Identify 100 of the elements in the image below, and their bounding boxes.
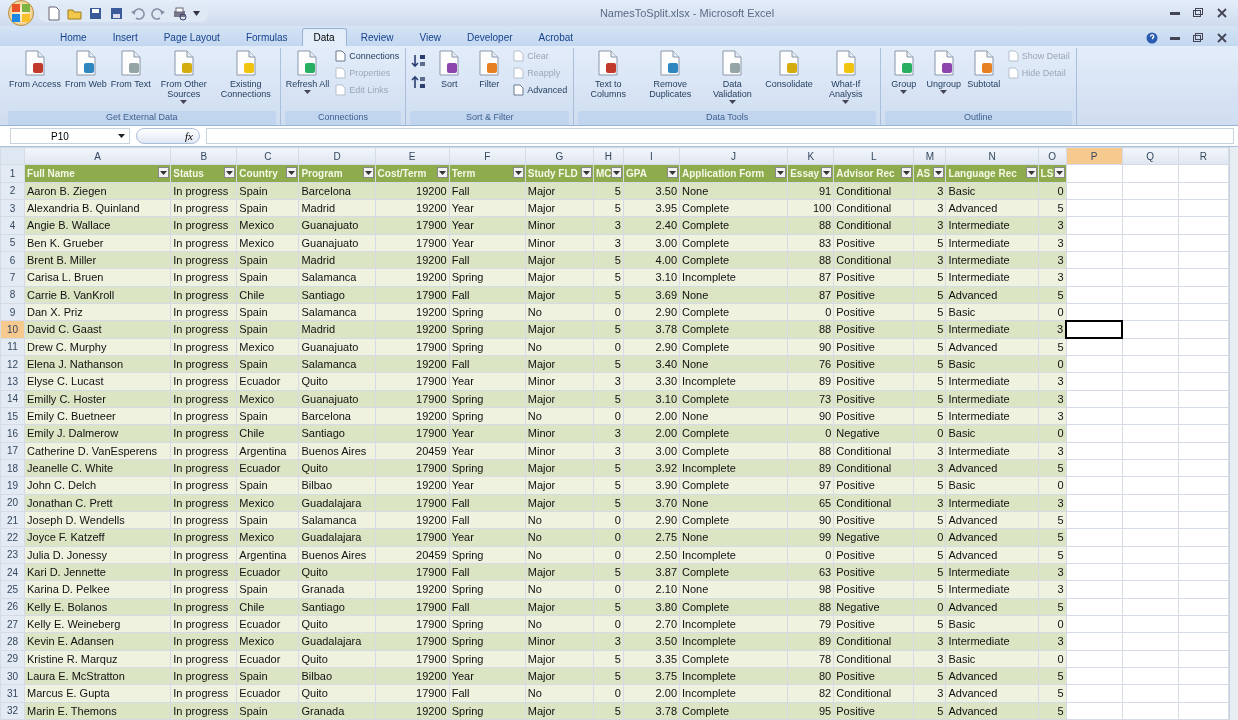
caret-icon bbox=[180, 100, 188, 104]
ribbon-button[interactable]: Filter bbox=[470, 48, 509, 90]
page-icon bbox=[512, 84, 525, 96]
ribbon-button[interactable]: Subtotal bbox=[964, 48, 1003, 90]
group-label: Sort & Filter bbox=[410, 111, 570, 125]
page-icon bbox=[512, 67, 525, 79]
redo-icon bbox=[151, 5, 166, 21]
insert-function-button[interactable]: fx bbox=[136, 128, 200, 144]
caret-icon bbox=[193, 10, 200, 16]
column-title: Essay bbox=[790, 168, 820, 180]
ribbon-tab[interactable]: Acrobat bbox=[526, 28, 586, 46]
group-label: Data Tools bbox=[578, 111, 876, 125]
print-preview-icon bbox=[172, 5, 187, 21]
close-icon bbox=[1216, 7, 1228, 19]
column-header[interactable]: L bbox=[833, 147, 914, 165]
ribbon-button[interactable]: Text to Columns bbox=[578, 48, 639, 100]
column-header[interactable]: I bbox=[623, 147, 680, 165]
formula-input[interactable] bbox=[206, 128, 1234, 144]
column-header[interactable]: A bbox=[24, 147, 171, 165]
filter-dropdown-button[interactable] bbox=[667, 167, 678, 179]
column-header[interactable]: E bbox=[375, 147, 450, 165]
ribbon-button[interactable]: Advanced bbox=[510, 82, 570, 98]
caret-icon bbox=[514, 170, 522, 175]
ribbon-button[interactable]: Refresh All bbox=[284, 48, 331, 95]
caret-icon bbox=[438, 170, 446, 175]
column-header[interactable]: P bbox=[1066, 147, 1123, 165]
column-title: Status bbox=[173, 168, 204, 180]
page-icon bbox=[1006, 67, 1019, 79]
column-header[interactable]: O bbox=[1038, 147, 1067, 165]
ribbon-button[interactable]: Data Validation bbox=[702, 48, 763, 105]
caret-icon bbox=[728, 100, 736, 104]
caret-icon bbox=[364, 170, 372, 175]
ribbon-tab[interactable]: Insert bbox=[100, 28, 150, 46]
filter-dropdown-button[interactable] bbox=[286, 167, 298, 179]
column-header[interactable]: F bbox=[449, 147, 526, 165]
ribbon-tab[interactable]: Home bbox=[48, 28, 99, 46]
window-title: NamesToSplit.xlsx - Microsoft Excel bbox=[598, 7, 776, 19]
ribbon-button[interactable]: From Web bbox=[64, 48, 108, 90]
filter-dropdown-button[interactable] bbox=[158, 167, 170, 179]
ribbon-button[interactable]: From Other Sources bbox=[153, 48, 214, 105]
caret-icon bbox=[226, 170, 234, 175]
ribbon-button[interactable]: Consolidate bbox=[764, 48, 814, 90]
ribbon-button[interactable]: From Text bbox=[109, 48, 152, 90]
caret-icon bbox=[160, 170, 168, 175]
caret-icon bbox=[900, 90, 908, 94]
column-header[interactable]: H bbox=[593, 147, 624, 165]
caret-icon bbox=[1027, 170, 1035, 175]
filter-dropdown-button[interactable] bbox=[580, 167, 592, 179]
filter-dropdown-button[interactable] bbox=[436, 167, 448, 179]
column-header[interactable]: Q bbox=[1122, 147, 1179, 165]
column-header[interactable]: J bbox=[679, 147, 788, 165]
ribbon-tab[interactable]: Page Layout bbox=[151, 28, 232, 46]
ribbon-button[interactable]: Remove Duplicates bbox=[640, 48, 701, 100]
caret-icon bbox=[118, 134, 125, 138]
column-title: LS bbox=[1040, 168, 1054, 180]
column-header[interactable]: C bbox=[236, 147, 299, 165]
ribbon-button[interactable]: From Access bbox=[8, 48, 62, 90]
ribbon-button[interactable]: Ungroup bbox=[924, 48, 963, 95]
vertical-scrollbar[interactable] bbox=[1229, 147, 1238, 720]
filter-dropdown-button[interactable] bbox=[901, 167, 913, 179]
filter-dropdown-button[interactable] bbox=[1053, 167, 1065, 179]
column-title: AS bbox=[916, 168, 931, 180]
filter-dropdown-button[interactable] bbox=[1025, 167, 1037, 179]
name-box[interactable]: P10 bbox=[10, 128, 130, 144]
ribbon-button[interactable]: What-If Analysis bbox=[815, 48, 876, 105]
filter-dropdown-button[interactable] bbox=[775, 167, 787, 179]
ribbon-tab[interactable]: Data bbox=[301, 28, 347, 46]
caret-icon bbox=[582, 170, 590, 175]
filter-dropdown-button[interactable] bbox=[821, 167, 833, 179]
filter-dropdown-button[interactable] bbox=[512, 167, 524, 179]
column-header[interactable]: G bbox=[525, 147, 594, 165]
ribbon-tab[interactable]: Formulas bbox=[233, 28, 300, 46]
ribbon-button[interactable]: Existing Connections bbox=[215, 48, 276, 100]
active-cell[interactable] bbox=[1066, 320, 1123, 339]
column-title: Study FLD bbox=[527, 168, 578, 180]
column-header[interactable]: B bbox=[170, 147, 237, 165]
ribbon-button[interactable]: Group bbox=[884, 48, 923, 95]
customize-button[interactable] bbox=[191, 9, 202, 17]
ribbon-button[interactable]: Connections bbox=[332, 48, 402, 64]
save-icon bbox=[88, 5, 103, 21]
column-header[interactable]: N bbox=[945, 147, 1039, 165]
cell-reference: P10 bbox=[51, 130, 69, 142]
filter-dropdown-button[interactable] bbox=[362, 167, 374, 179]
ribbon-tab[interactable]: View bbox=[407, 28, 453, 46]
filter-dropdown-button[interactable] bbox=[610, 167, 622, 179]
caret-icon bbox=[842, 100, 850, 104]
column-title: MC bbox=[595, 168, 612, 180]
filter-dropdown-button[interactable] bbox=[224, 167, 236, 179]
filter-dropdown-button[interactable] bbox=[933, 167, 945, 179]
column-header[interactable]: D bbox=[298, 147, 376, 165]
ribbon-tab[interactable]: Review bbox=[348, 28, 406, 46]
caret-icon bbox=[669, 170, 676, 175]
column-header[interactable]: R bbox=[1178, 147, 1229, 165]
undo-icon bbox=[130, 5, 145, 21]
ribbon-button[interactable]: Sort bbox=[430, 48, 469, 90]
column-title: Application Form bbox=[682, 168, 765, 180]
column-header[interactable]: K bbox=[787, 147, 834, 165]
column-header[interactable]: M bbox=[913, 147, 946, 165]
group-label: Connections bbox=[284, 111, 402, 125]
ribbon-tab[interactable]: Developer bbox=[455, 28, 525, 46]
